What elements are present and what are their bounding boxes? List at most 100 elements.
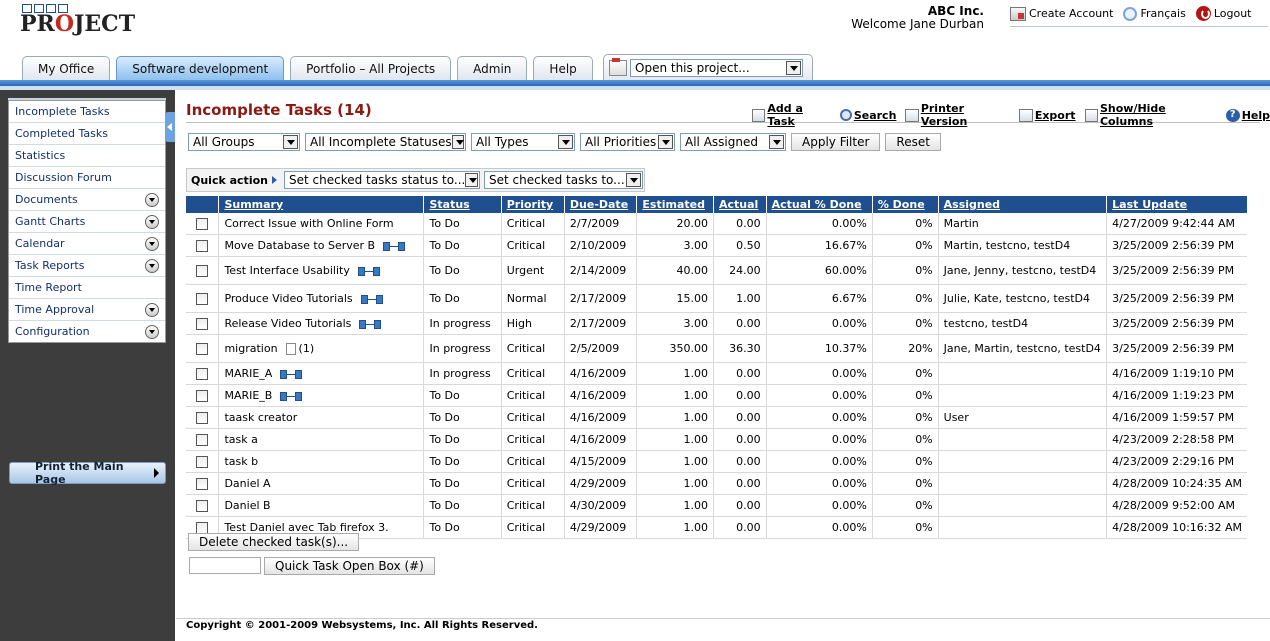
row-checkbox[interactable] — [196, 218, 209, 230]
task-link[interactable]: MARIE_A — [224, 367, 272, 380]
expand-icon[interactable] — [145, 236, 159, 251]
help-link[interactable]: Help — [1225, 102, 1270, 128]
sidebar-item-completed-tasks[interactable]: Completed Tasks — [9, 123, 165, 145]
expand-icon[interactable] — [145, 258, 159, 273]
column-due-date[interactable]: Due-Date — [563, 196, 637, 213]
language-link[interactable]: Français — [1123, 6, 1186, 21]
row-checkbox[interactable] — [196, 368, 209, 380]
column-actual[interactable]: Actual — [712, 196, 767, 213]
set-status-select[interactable]: Set checked tasks status to... — [283, 171, 480, 189]
assigned-cell — [937, 472, 1107, 495]
printer-version-link[interactable]: Printer Version — [905, 102, 1009, 128]
column-priority[interactable]: Priority — [500, 196, 565, 213]
dependency-icon[interactable] — [357, 266, 380, 276]
row-checkbox[interactable] — [196, 390, 209, 402]
task-link[interactable]: task b — [224, 455, 258, 468]
sidebar-item-task-reports[interactable]: Task Reports — [9, 255, 165, 277]
sidebar-item-incomplete-tasks[interactable]: Incomplete Tasks — [9, 101, 165, 123]
task-link[interactable]: Correct Issue with Online Form — [224, 217, 393, 230]
task-link[interactable]: Move Database to Server B — [224, 239, 375, 252]
reset-button[interactable]: Reset — [885, 133, 941, 151]
quick-task-open-button[interactable]: Quick Task Open Box (#) — [264, 557, 435, 575]
column-last-update[interactable]: Last Update — [1106, 196, 1247, 213]
header-bar-shadow — [0, 86, 1270, 90]
row-checkbox[interactable] — [196, 478, 209, 490]
status-filter-select[interactable]: All Incomplete Statuses — [305, 133, 466, 151]
task-link[interactable]: Daniel B — [224, 499, 270, 512]
sidebar-menu: Incomplete Tasks Completed Tasks Statist… — [8, 100, 166, 343]
status-cell: To Do — [423, 516, 502, 539]
dependency-icon[interactable] — [360, 294, 383, 304]
tab-help[interactable]: Help — [533, 56, 593, 80]
row-checkbox[interactable] — [196, 500, 209, 512]
priority-filter-select[interactable]: All Priorities — [580, 133, 675, 151]
tab-software-development[interactable]: Software development — [116, 56, 285, 80]
show-hide-columns-link[interactable]: Show/Hide Columns — [1084, 102, 1217, 128]
row-select-cell — [186, 312, 219, 335]
task-link[interactable]: migration — [224, 342, 277, 355]
add-task-link[interactable]: Add a Task — [752, 102, 831, 128]
logo-text: PROJECT — [20, 11, 136, 37]
print-main-page-button[interactable]: Print the Main Page — [9, 460, 166, 486]
sidebar-collapse-handle[interactable] — [165, 112, 175, 142]
quick-task-input[interactable] — [189, 557, 261, 574]
tab-admin[interactable]: Admin — [457, 56, 528, 80]
row-checkbox[interactable] — [196, 240, 209, 252]
column-actual-pct-done[interactable]: Actual % Done — [765, 196, 873, 213]
export-link[interactable]: Export — [1018, 102, 1076, 128]
sidebar-item-discussion-forum[interactable]: Discussion Forum — [9, 167, 165, 189]
row-checkbox[interactable] — [196, 318, 209, 330]
task-link[interactable]: Release Video Tutorials — [224, 317, 351, 330]
row-checkbox[interactable] — [196, 293, 209, 305]
tab-portfolio[interactable]: Portfolio – All Projects — [290, 56, 452, 80]
apply-filter-button[interactable]: Apply Filter — [791, 133, 881, 151]
set-tasks-select[interactable]: Set checked tasks to... — [483, 171, 643, 189]
column-status[interactable]: Status — [423, 196, 502, 213]
open-project-select[interactable]: Open this project... — [630, 59, 803, 77]
expand-icon[interactable] — [145, 324, 159, 339]
group-filter-select[interactable]: All Groups — [188, 133, 300, 151]
tab-my-office[interactable]: My Office — [22, 56, 111, 80]
expand-icon[interactable] — [145, 214, 159, 229]
sidebar-item-documents[interactable]: Documents — [9, 189, 165, 211]
actual-pct-done-cell: 60.00% — [765, 256, 873, 285]
dependency-icon[interactable] — [383, 241, 406, 251]
column-estimated[interactable]: Estimated — [636, 196, 714, 213]
sidebar-item-time-approval[interactable]: Time Approval — [9, 299, 165, 321]
row-checkbox[interactable] — [196, 434, 209, 446]
column-summary[interactable]: Summary — [218, 196, 424, 213]
dependency-icon[interactable] — [280, 391, 303, 401]
pct-done-cell: 20% — [871, 334, 939, 363]
expand-icon[interactable] — [145, 192, 159, 207]
column-pct-done[interactable]: % Done — [871, 196, 939, 213]
row-checkbox[interactable] — [196, 456, 209, 468]
logout-link[interactable]: Logout — [1195, 6, 1251, 21]
create-account-link[interactable]: Create Account — [1010, 6, 1113, 21]
type-filter-select[interactable]: All Types — [471, 133, 575, 151]
last-update-cell: 4/28/2009 10:24:35 AM — [1106, 472, 1247, 495]
attachment-count-link[interactable]: (1) — [299, 342, 315, 355]
delete-checked-button[interactable]: Delete checked task(s)... — [188, 533, 360, 551]
task-link[interactable]: Daniel A — [224, 477, 270, 490]
status-cell: To Do — [423, 213, 502, 235]
task-link[interactable]: Test Interface Usability — [224, 264, 349, 277]
assigned-filter-select[interactable]: All Assigned — [680, 133, 786, 151]
task-link[interactable]: Produce Video Tutorials — [224, 292, 352, 305]
expand-icon[interactable] — [145, 302, 159, 317]
task-link[interactable]: task a — [224, 433, 257, 446]
row-checkbox[interactable] — [196, 265, 209, 277]
row-checkbox[interactable] — [196, 412, 209, 424]
sidebar-item-configuration[interactable]: Configuration — [9, 321, 165, 342]
sidebar-item-statistics[interactable]: Statistics — [9, 145, 165, 167]
row-checkbox[interactable] — [196, 343, 209, 355]
dependency-icon[interactable] — [359, 319, 382, 329]
sidebar-item-calendar[interactable]: Calendar — [9, 233, 165, 255]
sidebar-item-gantt-charts[interactable]: Gantt Charts — [9, 211, 165, 233]
task-link[interactable]: taask creator — [224, 411, 297, 424]
last-update-cell: 4/23/2009 2:28:58 PM — [1106, 428, 1247, 451]
search-link[interactable]: Search — [839, 102, 896, 128]
column-assigned[interactable]: Assigned — [937, 196, 1107, 213]
task-link[interactable]: MARIE_B — [224, 389, 272, 402]
sidebar-item-time-report[interactable]: Time Report — [9, 277, 165, 299]
dependency-icon[interactable] — [280, 369, 303, 379]
